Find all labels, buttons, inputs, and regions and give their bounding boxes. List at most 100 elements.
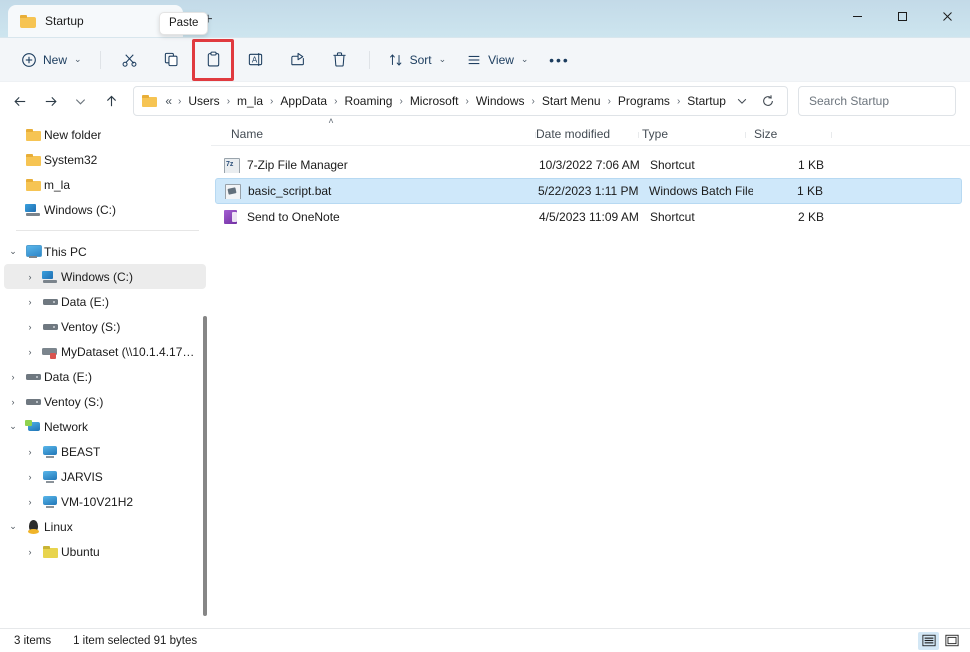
breadcrumb-item-start-menu[interactable]: Start Menu [539,92,604,110]
back-button[interactable] [6,86,34,116]
table-row[interactable]: 7-Zip File Manager10/3/2022 7:06 AMShort… [215,152,962,178]
share-button[interactable] [278,44,318,76]
breadcrumb-separator: › [332,96,339,107]
forward-button[interactable] [36,86,64,116]
breadcrumb-item-users[interactable]: Users [185,92,222,110]
view-button[interactable]: View ⌄ [457,44,537,76]
breadcrumb-item-microsoft[interactable]: Microsoft [407,92,462,110]
column-header-name[interactable]: ˄ Name [211,127,536,141]
chevron-right-icon[interactable]: › [4,389,22,414]
chevron-right-icon[interactable]: › [21,439,39,464]
quick-access-list: New folderSystem32m_laWindows (C:) [0,122,211,222]
new-button[interactable]: New ⌄ [12,44,91,76]
sidebar-scrollbar[interactable] [202,120,209,628]
sidebar-item-data-e[interactable]: ›Data (E:) [4,364,206,389]
sidebar-item-beast[interactable]: › BEAST [4,439,206,464]
cut-button[interactable] [110,44,150,76]
search-input[interactable] [809,94,964,108]
sidebar-item-mydataset-10-1-4-171-z[interactable]: ›MyDataset (\\10.1.4.171) (Z:) [4,339,206,364]
breadcrumb-item-m-la[interactable]: m_la [234,92,266,110]
sidebar-scrollbar-thumb[interactable] [203,316,207,616]
paste-button[interactable] [194,44,234,76]
sidebar-item-ubuntu[interactable]: ›Ubuntu [4,539,206,564]
sidebar-item-data-e[interactable]: ›Data (E:) [4,289,206,314]
chevron-right-icon[interactable]: › [21,264,39,289]
navigation-pane[interactable]: New folderSystem32m_laWindows (C:) ⌄ This… [0,120,211,628]
column-header-type-label: Type [642,127,668,141]
folder-icon [26,129,41,141]
sidebar-item-windows-c[interactable]: ›Windows (C:) [4,264,206,289]
drive-icon [26,371,41,382]
chevron-right-icon [4,197,22,222]
chevron-right-icon[interactable]: › [4,364,22,389]
breadcrumb-item-startup[interactable]: Startup [684,92,729,110]
breadcrumb-item-roaming[interactable]: Roaming [341,92,395,110]
sidebar-item-m-la[interactable]: m_la [4,172,206,197]
chevron-right-icon[interactable]: › [21,464,39,489]
chevron-right-icon [4,172,22,197]
sidebar-item-network[interactable]: ⌄Network [4,414,206,439]
more-options-button[interactable]: ••• [539,44,579,76]
status-bar: 3 items 1 item selected 91 bytes [0,628,970,652]
column-header-type[interactable]: Type [636,127,746,141]
maximize-button[interactable] [880,0,925,32]
column-header-size[interactable]: Size [746,127,826,141]
breadcrumb-separator: › [397,96,404,107]
sidebar-item-linux[interactable]: ⌄Linux [4,514,206,539]
arrow-left-icon [13,94,28,109]
details-view-icon [922,634,936,647]
sidebar-item-new-folder[interactable]: New folder [4,122,206,147]
chevron-down-icon[interactable]: ⌄ [4,514,22,539]
nav-item-icon [22,420,44,433]
folder-icon [20,15,36,28]
nav-divider [16,230,199,231]
chevron-right-icon[interactable]: › [21,314,39,339]
sidebar-item-label: BEAST [61,445,100,459]
chevron-down-icon[interactable]: ⌄ [4,414,22,439]
paste-icon [205,51,222,68]
breadcrumb-separator: › [530,96,537,107]
sidebar-item-jarvis[interactable]: ›JARVIS [4,464,206,489]
chevron-right-icon[interactable]: › [21,339,39,364]
new-button-label: New [43,53,67,67]
chevron-right-icon[interactable]: › [21,289,39,314]
table-row[interactable]: basic_script.bat5/22/2023 1:11 PMWindows… [215,178,962,204]
column-divider[interactable] [831,132,832,138]
recent-locations-button[interactable] [67,86,95,116]
chevron-right-icon[interactable]: › [21,489,39,514]
sidebar-item-ventoy-s[interactable]: ›Ventoy (S:) [4,389,206,414]
search-box[interactable] [798,86,956,116]
breadcrumb-overflow[interactable]: « [163,92,174,110]
minimize-button[interactable] [835,0,880,32]
column-header-date-label: Date modified [536,127,610,141]
breadcrumb-item-appdata[interactable]: AppData [277,92,330,110]
refresh-button[interactable] [755,88,781,114]
nav-item-icon [39,546,61,558]
breadcrumb-item-windows[interactable]: Windows [473,92,528,110]
sidebar-item-this-pc[interactable]: ⌄ This PC [4,239,206,264]
up-button[interactable] [97,86,125,116]
sidebar-item-ventoy-s[interactable]: ›Ventoy (S:) [4,314,206,339]
close-button[interactable] [925,0,970,32]
sidebar-item-label: This PC [44,245,87,259]
sidebar-item-windows-c[interactable]: Windows (C:) [4,197,206,222]
breadcrumb-dropdown-button[interactable] [731,89,753,113]
sidebar-item-system32[interactable]: System32 [4,147,206,172]
windows-drive-icon [25,204,41,216]
details-view-button[interactable] [918,632,939,650]
chevron-right-icon[interactable]: › [21,539,39,564]
nav-item-icon [22,520,44,534]
breadcrumb[interactable]: « › Users › m_la › AppData › Roaming › M… [133,86,788,116]
command-bar: New ⌄ [0,38,970,82]
sort-button[interactable]: Sort ⌄ [379,44,456,76]
sidebar-item-vm-10v21h2[interactable]: ›VM-10V21H2 [4,489,206,514]
chevron-down-icon[interactable]: ⌄ [4,239,22,264]
tab-startup[interactable]: Startup [8,5,183,37]
large-icons-view-button[interactable] [941,632,962,650]
copy-button[interactable] [152,44,192,76]
rename-button[interactable]: A [236,44,276,76]
delete-button[interactable] [320,44,360,76]
table-row[interactable]: Send to OneNote4/5/2023 11:09 AMShortcut… [215,204,962,230]
column-header-date[interactable]: Date modified [536,127,636,141]
breadcrumb-item-programs[interactable]: Programs [615,92,673,110]
